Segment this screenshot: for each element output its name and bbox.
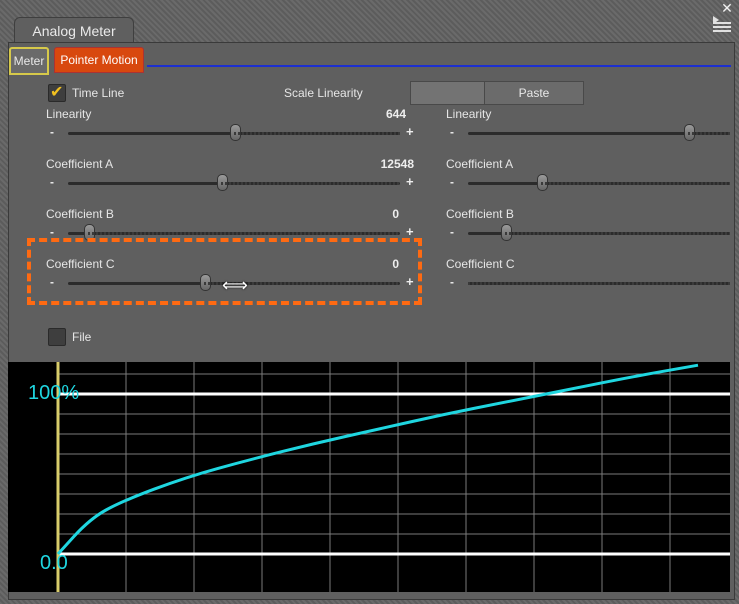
- decrease-icon[interactable]: -: [450, 225, 454, 239]
- decrease-icon[interactable]: -: [50, 125, 54, 139]
- right-coef-a-label: Coefficient A: [446, 157, 514, 171]
- time-line-checkbox[interactable]: [48, 82, 66, 102]
- coef-b-value: 0: [392, 207, 399, 221]
- file-label: File: [72, 330, 92, 344]
- slider-remainder: [234, 132, 400, 135]
- slider-remainder: [87, 232, 400, 235]
- scale-linearity-field[interactable]: [410, 81, 485, 105]
- right-linearity-label: Linearity: [446, 107, 492, 121]
- increase-icon[interactable]: +: [406, 224, 414, 239]
- right-linearity-slider[interactable]: -: [450, 124, 732, 141]
- decrease-icon[interactable]: -: [50, 175, 54, 189]
- chart-label-bottom: 0.0: [40, 552, 68, 574]
- time-line-label: Time Line: [72, 86, 125, 100]
- slider-remainder: [504, 232, 730, 235]
- decrease-icon[interactable]: -: [450, 175, 454, 189]
- chart-svg: [56, 362, 730, 592]
- chart-label-top: 100%: [28, 382, 80, 404]
- slider-remainder: [688, 132, 730, 135]
- scale-linearity-label: Scale Linearity: [284, 86, 363, 100]
- linearity-value: 644: [385, 107, 406, 121]
- coef-a-slider[interactable]: - +: [50, 174, 416, 191]
- increase-icon[interactable]: +: [406, 174, 414, 189]
- decrease-icon[interactable]: -: [450, 275, 454, 289]
- linearity-label: Linearity: [46, 107, 92, 121]
- coef-a-label: Coefficient A: [46, 157, 114, 171]
- decrease-icon[interactable]: -: [450, 125, 454, 139]
- tab-meter[interactable]: Meter: [9, 47, 49, 75]
- window-title-tab[interactable]: Analog Meter: [14, 17, 134, 44]
- resize-cursor-icon: ⟺: [222, 275, 248, 295]
- right-coef-c-slider[interactable]: -: [450, 275, 732, 289]
- slider-remainder: [541, 182, 730, 185]
- right-coef-a-slider[interactable]: -: [450, 174, 732, 191]
- file-checkbox[interactable]: [48, 328, 66, 346]
- menu-icon[interactable]: [713, 16, 731, 36]
- close-icon[interactable]: ✕: [721, 1, 733, 15]
- decrease-icon[interactable]: -: [50, 225, 54, 239]
- right-coef-b-slider[interactable]: -: [450, 224, 732, 241]
- chart: 100% 0.0: [8, 362, 730, 592]
- tab-underline: [147, 65, 731, 67]
- coef-b-label: Coefficient B: [46, 207, 114, 221]
- right-coef-b-label: Coefficient B: [446, 207, 514, 221]
- slider-remainder: [468, 282, 730, 285]
- increase-icon[interactable]: +: [406, 124, 414, 139]
- linearity-slider[interactable]: - +: [50, 124, 416, 141]
- tab-pointer-motion[interactable]: Pointer Motion: [54, 47, 144, 73]
- slider-remainder: [220, 182, 400, 185]
- right-coef-c-label: Coefficient C: [446, 257, 515, 271]
- coef-a-value: 12548: [380, 157, 414, 171]
- paste-button[interactable]: Paste: [484, 81, 584, 105]
